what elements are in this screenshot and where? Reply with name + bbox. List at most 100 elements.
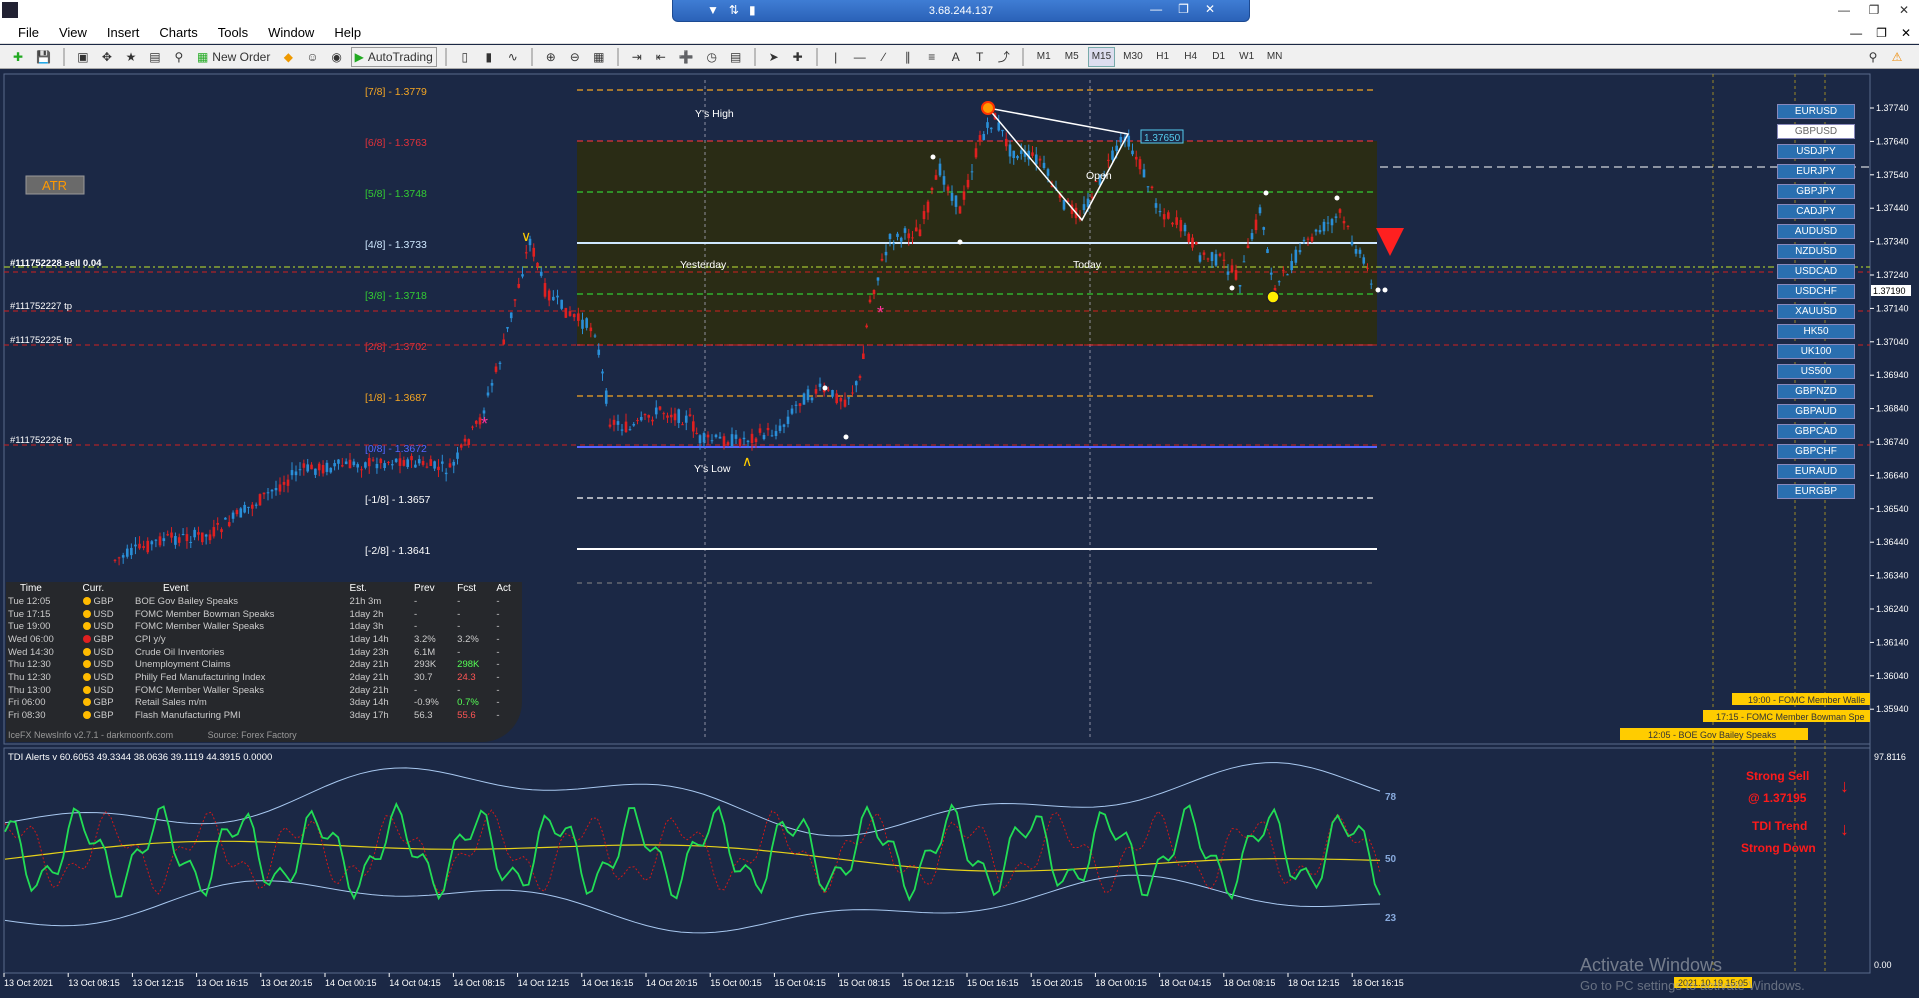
bar-chart-icon[interactable]: ▯ <box>455 47 475 67</box>
data-window-icon[interactable]: ✥ <box>97 47 117 67</box>
symbol-button-eurusd[interactable]: EURUSD <box>1777 104 1855 119</box>
periods-icon[interactable]: ◷ <box>702 47 722 67</box>
price-tick-label: 1.37340 <box>1876 237 1909 247</box>
menu-insert[interactable]: Insert <box>99 25 152 40</box>
news-est: 1day 23h <box>349 646 389 658</box>
new-order-button[interactable]: ▦ New Order <box>193 47 274 67</box>
candle-body <box>1042 162 1046 169</box>
mdi-minimize-icon[interactable]: — <box>1850 26 1862 40</box>
symbol-button-gbpnzd[interactable]: GBPNZD <box>1777 384 1855 399</box>
symbol-button-gbpchf[interactable]: GBPCHF <box>1777 444 1855 459</box>
alerts-bell-icon[interactable]: ⚠ <box>1887 47 1907 67</box>
search-icon[interactable]: ⚲ <box>1863 47 1883 67</box>
pin-icon[interactable]: ⇅ <box>729 3 739 17</box>
menu-tools[interactable]: Tools <box>210 25 260 40</box>
arrows-icon[interactable]: ⤴ <box>994 47 1014 67</box>
chart-shift-icon[interactable]: ⇤ <box>651 47 671 67</box>
symbol-button-uk100[interactable]: UK100 <box>1777 344 1855 359</box>
menu-charts[interactable]: Charts <box>151 25 209 40</box>
symbol-button-hk50[interactable]: HK50 <box>1777 324 1855 339</box>
fibonacci-icon[interactable]: ≡ <box>922 47 942 67</box>
news-header-act: Act <box>496 583 511 594</box>
symbol-button-usdcad[interactable]: USDCAD <box>1777 264 1855 279</box>
crosshair-icon[interactable]: ✚ <box>788 47 808 67</box>
menu-help[interactable]: Help <box>326 25 373 40</box>
time-tick-label: 14 Oct 00:15 <box>325 978 377 988</box>
channel-icon[interactable]: ∥ <box>898 47 918 67</box>
symbol-button-eurjpy[interactable]: EURJPY <box>1777 164 1855 179</box>
zoom-out-icon[interactable]: ⊖ <box>565 47 585 67</box>
price-chart[interactable]: [7/8] - 1.3779 [6/8] - 1.3763 [5/8] - 1.37… <box>0 70 1919 998</box>
candle-body <box>367 457 371 467</box>
symbol-button-audusd[interactable]: AUDUSD <box>1777 224 1855 239</box>
chevron-down-icon[interactable]: ▼ <box>707 3 719 17</box>
timeframe-h1[interactable]: H1 <box>1151 47 1175 67</box>
metaeditor-icon[interactable]: ◆ <box>278 47 298 67</box>
line-chart-icon[interactable]: ∿ <box>503 47 523 67</box>
horizontal-line-icon[interactable]: — <box>850 47 870 67</box>
terminal-icon[interactable]: ▤ <box>145 47 165 67</box>
symbol-button-gbpcad[interactable]: GBPCAD <box>1777 424 1855 439</box>
menu-view[interactable]: View <box>51 25 99 40</box>
signals-icon[interactable]: ◉ <box>327 47 347 67</box>
candle-body <box>1162 214 1166 220</box>
timeframe-w1[interactable]: W1 <box>1235 47 1259 67</box>
experts-icon[interactable]: ☺ <box>302 47 322 67</box>
zoom-in-icon[interactable]: ⊕ <box>541 47 561 67</box>
market-watch-icon[interactable]: ▣ <box>73 47 93 67</box>
indicators-icon[interactable]: ➕ <box>675 47 698 67</box>
candle-body <box>170 532 173 538</box>
remote-close-icon[interactable]: ✕ <box>1205 2 1215 16</box>
menu-window[interactable]: Window <box>260 25 326 40</box>
timeframe-m15[interactable]: M15 <box>1087 46 1116 67</box>
symbol-button-gbpusd[interactable]: GBPUSD <box>1777 124 1855 139</box>
candle-chart-icon[interactable]: ▮ <box>479 47 499 67</box>
cursor-icon[interactable]: ➤ <box>764 47 784 67</box>
profiles-icon[interactable]: 💾 <box>32 47 55 67</box>
impact-dot-icon <box>82 622 91 631</box>
text-icon[interactable]: A <box>946 47 966 67</box>
symbol-button-euraud[interactable]: EURAUD <box>1777 464 1855 479</box>
candle-body <box>1342 220 1346 224</box>
symbol-button-xauusd[interactable]: XAUUSD <box>1777 304 1855 319</box>
remote-minimize-icon[interactable]: — <box>1150 2 1162 16</box>
symbol-button-gbpaud[interactable]: GBPAUD <box>1777 404 1855 419</box>
symbol-button-usdchf[interactable]: USDCHF <box>1777 284 1855 299</box>
symbol-button-gbpjpy[interactable]: GBPJPY <box>1777 184 1855 199</box>
close-icon[interactable]: ✕ <box>1889 0 1919 20</box>
timeframe-d1[interactable]: D1 <box>1207 47 1231 67</box>
symbol-button-usdjpy[interactable]: USDJPY <box>1777 144 1855 159</box>
news-est: 1day 14h <box>349 633 389 645</box>
tester-icon[interactable]: ⚲ <box>169 47 189 67</box>
candle-body <box>398 458 402 466</box>
new-chart-icon[interactable]: ✚ <box>8 47 28 67</box>
timeframe-h4[interactable]: H4 <box>1179 47 1203 67</box>
tile-windows-icon[interactable]: ▦ <box>589 47 609 67</box>
text-label-icon[interactable]: T <box>970 47 990 67</box>
trendline-icon[interactable]: ∕ <box>874 47 894 67</box>
candle-body <box>341 465 344 467</box>
restore-icon[interactable]: ❐ <box>1859 0 1889 20</box>
symbol-button-cadjpy[interactable]: CADJPY <box>1777 204 1855 219</box>
autotrading-button[interactable]: ▶ AutoTrading <box>350 46 437 67</box>
vertical-line-icon[interactable]: | <box>826 47 846 67</box>
templates-icon[interactable]: ▤ <box>726 47 746 67</box>
timeframe-m30[interactable]: M30 <box>1119 47 1146 67</box>
navigator-icon[interactable]: ★ <box>121 47 141 67</box>
remote-restore-icon[interactable]: ❐ <box>1178 2 1189 16</box>
remote-ip: 3.68.244.137 <box>928 4 994 17</box>
toolbar-separator <box>815 47 818 66</box>
timeframe-mn[interactable]: MN <box>1263 47 1287 67</box>
atr-button-label[interactable]: ATR <box>42 178 67 193</box>
menu-file[interactable]: File <box>10 25 51 40</box>
murrey-label: [-2/8] - 1.3641 <box>365 545 431 557</box>
timeframe-m5[interactable]: M5 <box>1060 47 1084 67</box>
autoscroll-icon[interactable]: ⇥ <box>627 47 647 67</box>
minimize-icon[interactable]: — <box>1829 0 1859 20</box>
symbol-button-nzdusd[interactable]: NZDUSD <box>1777 244 1855 259</box>
symbol-button-us500[interactable]: US500 <box>1777 364 1855 379</box>
mdi-close-icon[interactable]: ✕ <box>1901 26 1911 40</box>
timeframe-m1[interactable]: M1 <box>1032 47 1056 67</box>
symbol-button-eurgbp[interactable]: EURGBP <box>1777 484 1855 499</box>
mdi-restore-icon[interactable]: ❐ <box>1876 26 1887 40</box>
